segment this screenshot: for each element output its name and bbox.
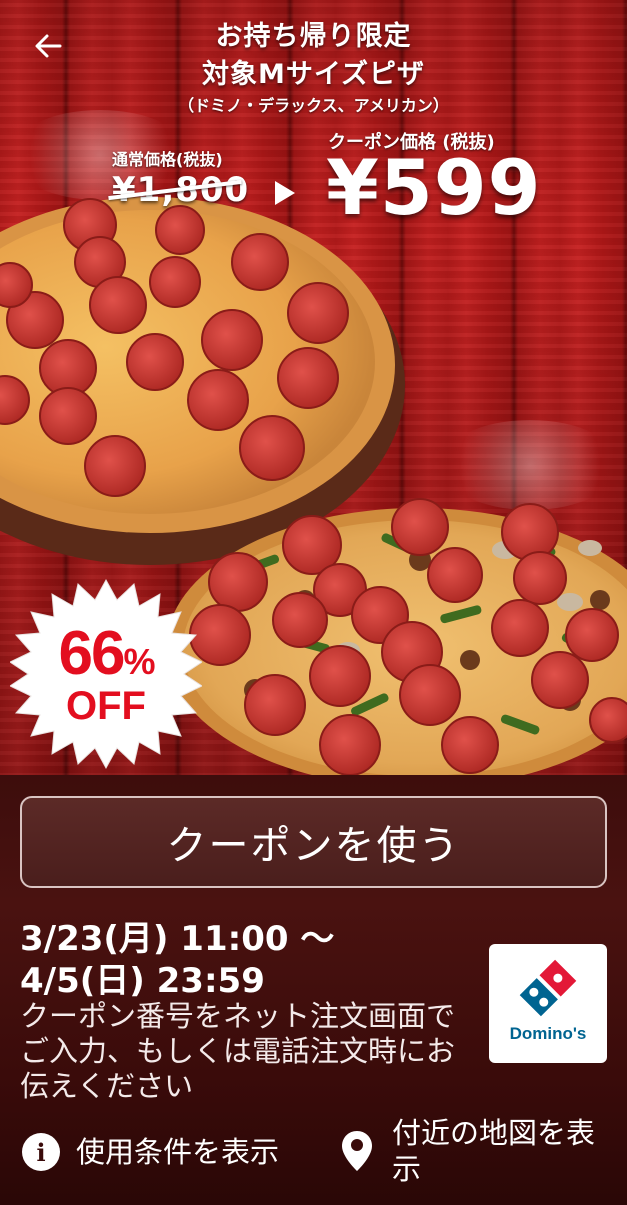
discount-percent-value: 66 bbox=[58, 619, 126, 688]
discount-percent: 66% bbox=[10, 618, 202, 689]
valid-period-end: 4/5(日) 23:59 bbox=[20, 961, 265, 1001]
coupon-hero-image: お持ち帰り限定 対象Mサイズピザ （ドミノ・デラックス、アメリカン） 通常価格(… bbox=[0, 0, 627, 775]
show-map-label: 付近の地図を表示 bbox=[392, 1116, 596, 1186]
triangle-arrow-icon bbox=[275, 181, 295, 205]
location-pin-icon bbox=[342, 1131, 372, 1171]
dominos-domino-icon bbox=[516, 956, 580, 1020]
discount-badge: 66% OFF bbox=[8, 578, 204, 770]
show-terms-label: 使用条件を表示 bbox=[76, 1135, 280, 1169]
use-coupon-button[interactable]: クーポンを使う bbox=[20, 796, 607, 888]
dominos-wordmark: Domino's bbox=[509, 1024, 587, 1043]
headline-target-pizza: 対象Mサイズピザ bbox=[201, 59, 426, 90]
coupon-price: ¥599 bbox=[326, 143, 542, 232]
show-terms-link[interactable]: i 使用条件を表示 bbox=[22, 1132, 279, 1172]
discount-off-label: OFF bbox=[66, 684, 146, 728]
percent-sign: % bbox=[123, 641, 155, 682]
show-nearby-map-link[interactable]: 付近の地図を表示 bbox=[340, 1115, 612, 1187]
headline-takeout: お持ち帰り限定 bbox=[215, 21, 412, 52]
dominos-logo: Domino's bbox=[489, 944, 607, 1063]
coupon-instructions: クーポン番号をネット注文画面でご入力、もしくは電話注文時にお伝えください bbox=[20, 999, 456, 1103]
regular-price-label: 通常価格(税抜) bbox=[112, 150, 223, 169]
coupon-detail-panel: クーポンを使う 3/23(月) 11:00 〜 4/5(日) 23:59 クーポ… bbox=[0, 775, 627, 1205]
info-icon: i bbox=[22, 1133, 60, 1171]
headline-pizza-names: （ドミノ・デラックス、アメリカン） bbox=[178, 96, 449, 115]
